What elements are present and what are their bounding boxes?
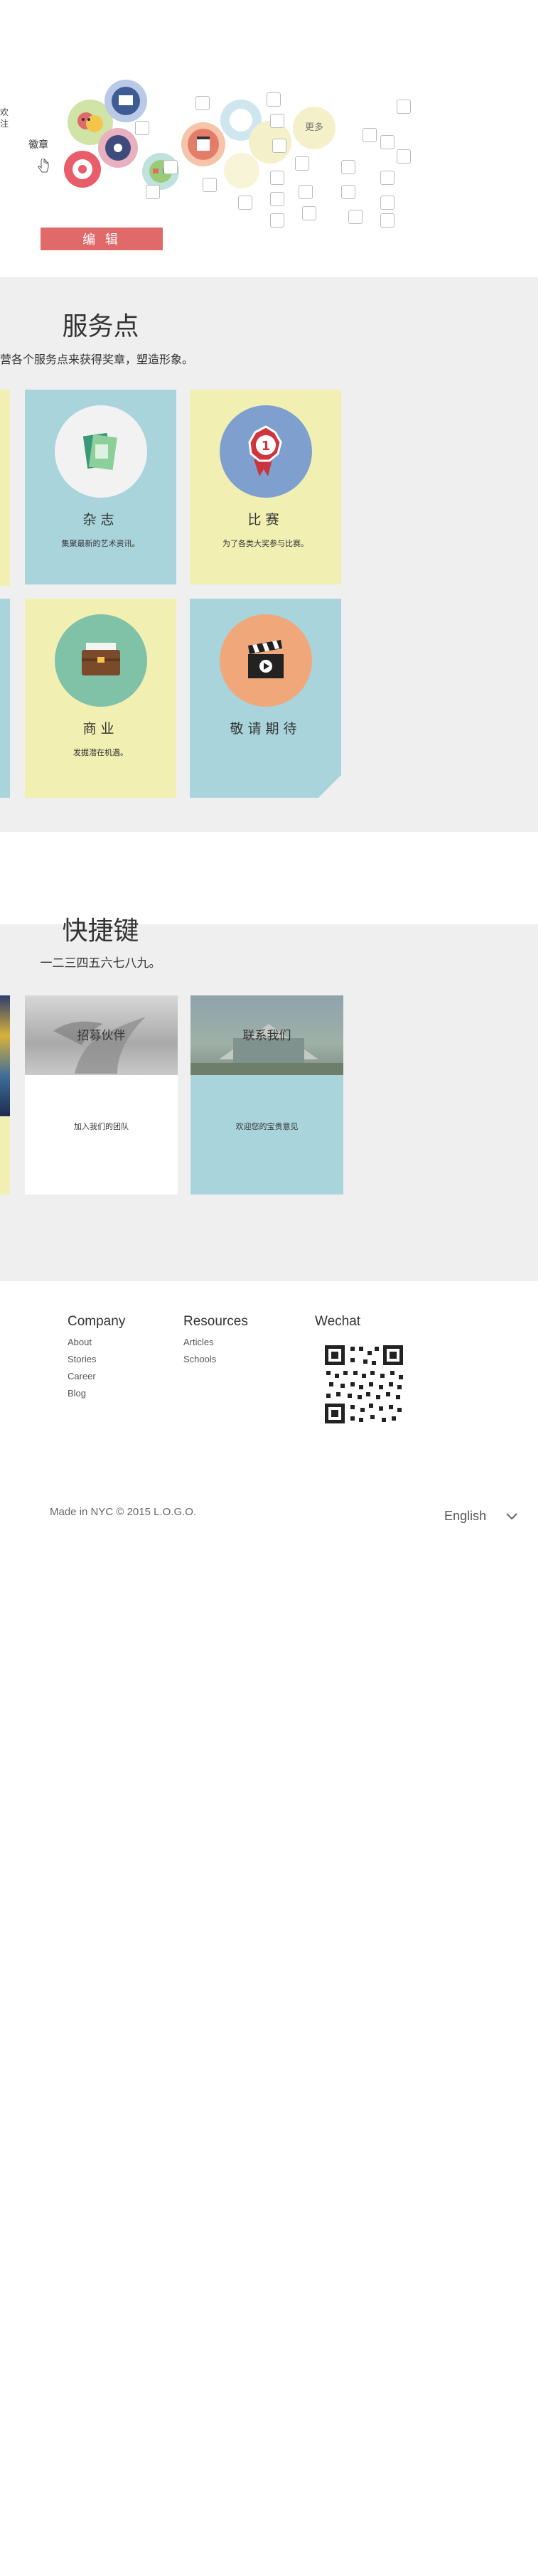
card-desc: 欢迎您的宝贵意见 <box>235 1122 299 1131</box>
tv-icon <box>380 196 395 210</box>
tile-desc: 发掘潜在机遇。 <box>73 748 128 757</box>
mask-icon <box>341 160 355 174</box>
phone-icon <box>397 149 411 164</box>
tv-icon <box>270 192 284 206</box>
service-tile-coming-soon[interactable]: 敬请期待 <box>190 599 341 798</box>
footer-heading: Resources <box>183 1314 248 1329</box>
tile-title: 杂志 <box>82 512 119 528</box>
more-badges-button[interactable]: 更多 <box>293 107 336 149</box>
shortcut-card-contact[interactable]: 联系我们 欢迎您的宝贵意见 <box>191 995 343 1195</box>
calendar-icon <box>270 114 284 128</box>
theater-icon <box>146 185 160 199</box>
tile-title: 商业 <box>82 721 119 737</box>
tv-icon <box>302 206 316 220</box>
footer-wechat: Wechat <box>315 1314 406 1426</box>
pot-icon <box>272 139 286 153</box>
coffee-badge-icon[interactable] <box>181 122 225 166</box>
pot-icon <box>295 156 309 171</box>
service-tile-magazine[interactable]: 杂志 集聚最新的艺术资讯。 <box>25 390 176 584</box>
language-selector[interactable]: English <box>444 1509 518 1524</box>
card-title: 招募伙伴 <box>77 1029 126 1043</box>
pot-icon <box>380 135 395 149</box>
footer-resources: Resources Articles Schools <box>183 1314 248 1368</box>
tile-title: 敬请期待 <box>230 721 301 737</box>
footer-link-blog[interactable]: Blog <box>68 1385 125 1402</box>
language-label: English <box>444 1509 487 1523</box>
cake-icon <box>363 128 377 142</box>
bowl-icon <box>270 213 284 228</box>
film-badge-icon[interactable] <box>98 128 138 168</box>
pot-icon <box>203 178 217 192</box>
footer-link-schools[interactable]: Schools <box>183 1351 248 1368</box>
cake-icon <box>267 92 281 107</box>
magazine-icon <box>55 405 147 498</box>
footer-link-stories[interactable]: Stories <box>68 1351 125 1368</box>
service-tile-competition[interactable]: 1 比赛 为了各类大奖参与比赛。 <box>190 390 341 584</box>
cup-icon <box>397 100 411 114</box>
hand-cursor-icon <box>36 156 51 174</box>
edit-button[interactable]: 编 辑 <box>41 228 163 250</box>
clapperboard-icon <box>220 614 312 707</box>
chevron-down-icon <box>505 1509 518 1524</box>
service-subtitle: 营各个服务点来获得奖章，塑造形象。 <box>0 353 194 366</box>
service-tile-business[interactable]: 商业 发掘潜在机遇。 <box>25 599 176 798</box>
intro-text: 欢 注 <box>0 107 9 129</box>
svg-text:1: 1 <box>262 439 271 454</box>
gamepad-icon <box>380 171 395 185</box>
copyright-text: Made in NYC © 2015 L.O.G.O. <box>50 1506 197 1518</box>
wechat-qr-code-icon[interactable] <box>322 1342 406 1426</box>
tile-desc: 为了各类大奖参与比赛。 <box>222 539 308 548</box>
footer-heading: Wechat <box>315 1314 361 1329</box>
tile-title: 比赛 <box>247 512 284 528</box>
bulb-badge-icon[interactable] <box>224 153 259 188</box>
lock-icon <box>195 96 210 110</box>
card-title: 联系我们 <box>242 1029 291 1043</box>
tile-left-partial[interactable] <box>0 390 10 586</box>
camera-icon <box>380 213 395 228</box>
record-badge-icon[interactable] <box>64 151 101 188</box>
briefcase-icon <box>55 614 147 707</box>
printer-icon <box>299 185 313 199</box>
footer-company: Company About Stories Career Blog <box>68 1314 125 1402</box>
tv-icon <box>341 185 355 199</box>
medal-icon: 1 <box>220 405 312 498</box>
shortcut-card-recruit[interactable]: 招募伙伴 加入我们的团队 <box>25 995 178 1195</box>
tile-left-partial[interactable] <box>0 599 10 798</box>
shortcut-title: 快捷键 <box>62 916 139 946</box>
puzzle-icon <box>163 160 178 174</box>
service-title: 服务点 <box>62 312 139 341</box>
tv-icon <box>270 171 284 185</box>
footer-link-articles[interactable]: Articles <box>183 1334 248 1351</box>
tile-desc: 集聚最新的艺术资讯。 <box>61 539 140 548</box>
card-desc: 加入我们的团队 <box>74 1122 129 1131</box>
badge-cloud: 更多 <box>57 71 412 235</box>
theater-icon <box>238 196 252 210</box>
tv-badge-icon[interactable] <box>104 80 147 122</box>
page-fold <box>318 775 341 798</box>
shortcut-subtitle: 一二三四五六七八九。 <box>40 956 161 971</box>
footer-link-career[interactable]: Career <box>68 1368 125 1385</box>
footer-link-about[interactable]: About <box>68 1334 125 1351</box>
footer-heading: Company <box>68 1314 126 1329</box>
badge-label: 徽章 <box>28 139 48 151</box>
pot-icon <box>348 210 363 224</box>
card-left-partial[interactable] <box>0 995 10 1195</box>
pot-icon <box>135 121 149 135</box>
